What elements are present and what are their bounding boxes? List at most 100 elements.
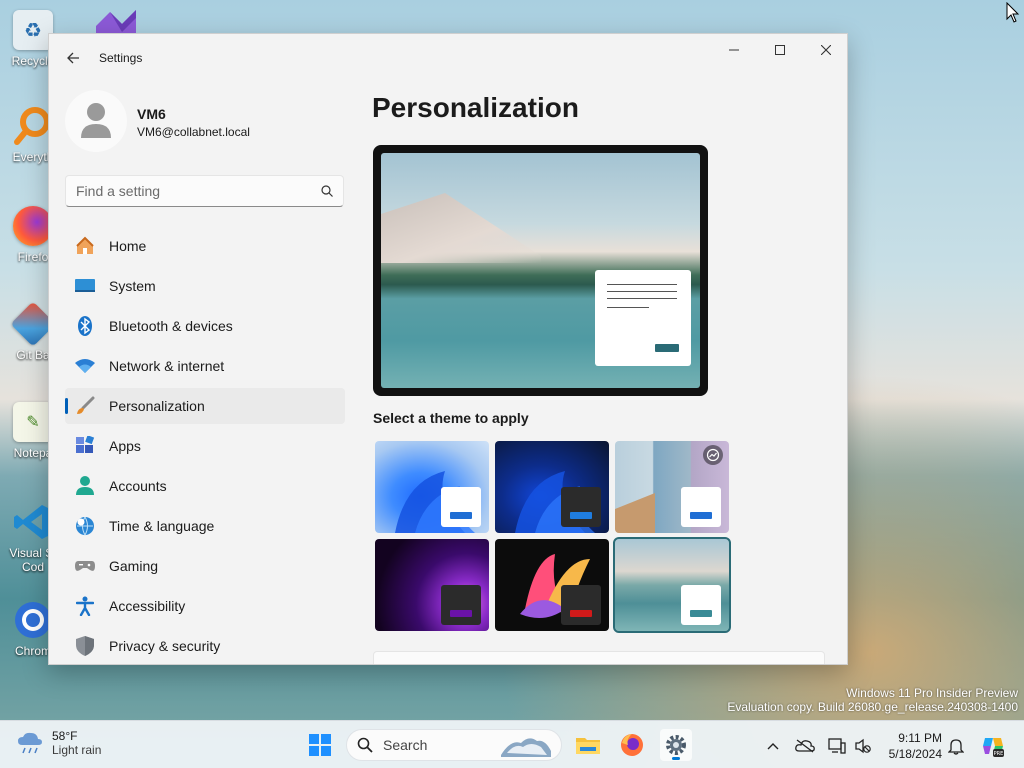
theme-tile-captured-motion[interactable] [495, 539, 609, 631]
nav-item-personalization[interactable]: Personalization [65, 388, 345, 424]
page-title: Personalization [372, 92, 579, 123]
nav-item-label: Accessibility [109, 598, 186, 614]
wallpaper-preview-image [381, 153, 700, 388]
nav-item-label: System [109, 278, 156, 294]
desktop-icon-label: Notepa [13, 446, 53, 460]
nav-item-label: Network & internet [109, 358, 225, 374]
background-settings-card[interactable] [373, 651, 825, 664]
search-icon [357, 737, 373, 753]
taskbar: 58°F Light rain Search 9:11 PM 5/18/2024… [0, 720, 1024, 768]
theme-tile-sunrise-lake[interactable] [613, 537, 731, 633]
rain-cloud-icon [18, 732, 42, 754]
theme-tile-glow[interactable] [375, 539, 489, 631]
preview-window-mock [595, 270, 691, 366]
nav-item-network-internet[interactable]: Network & internet [65, 348, 345, 384]
close-icon [821, 45, 831, 55]
user-avatar[interactable] [65, 90, 127, 152]
notepad-plus-plus-icon: ✎ [13, 402, 53, 442]
cloud-off-icon [795, 739, 815, 753]
search-highlight-art-icon [501, 738, 551, 757]
visual-studio-icon[interactable] [92, 6, 140, 36]
apps-icon [75, 436, 95, 456]
recycle-bin-icon: ♻ [13, 10, 53, 50]
nav-item-home[interactable]: Home [65, 228, 345, 264]
window-title: Settings [99, 51, 143, 65]
firefox-taskbar-button[interactable] [616, 729, 648, 761]
find-setting-search[interactable] [65, 175, 344, 207]
chrome-icon [13, 600, 53, 640]
copilot-button[interactable]: PRE [980, 733, 1006, 759]
clock[interactable]: 9:11 PM 5/18/2024 [880, 730, 942, 762]
nav-item-system[interactable]: System [65, 268, 345, 304]
nav-item-label: Bluetooth & devices [109, 318, 233, 334]
clock-date: 5/18/2024 [888, 747, 942, 761]
bell-icon [948, 739, 964, 755]
notifications-button[interactable] [945, 735, 967, 757]
theme-tile-windows-dark[interactable] [495, 441, 609, 533]
nav-item-bluetooth-devices[interactable]: Bluetooth & devices [65, 308, 345, 344]
theme-sample-window [681, 585, 721, 625]
title-bar: Settings [49, 34, 847, 82]
nav-item-time-language[interactable]: Time & language [65, 508, 345, 544]
accessibility-icon [75, 596, 95, 616]
minimize-icon [729, 49, 739, 51]
clock-time: 9:11 PM [898, 731, 942, 745]
start-button[interactable] [304, 729, 336, 761]
minimize-button[interactable] [711, 34, 757, 66]
settings-nav: Home System Bluetooth & devices Network … [65, 228, 345, 664]
close-button[interactable] [803, 34, 847, 66]
volume-tray-button[interactable] [852, 735, 874, 757]
search-icon[interactable] [321, 185, 333, 197]
gear-icon [666, 735, 686, 755]
nav-item-label: Apps [109, 438, 141, 454]
os-watermark: Windows 11 Pro Insider Preview Evaluatio… [727, 686, 1018, 714]
account-icon [75, 476, 95, 496]
shield-icon [75, 636, 95, 656]
preview-mountain [381, 193, 541, 263]
globe-clock-icon [75, 516, 95, 536]
theme-sample-window [681, 487, 721, 527]
speaker-muted-icon [855, 738, 871, 754]
nav-item-label: Personalization [109, 398, 205, 414]
theme-sample-window [561, 487, 601, 527]
watermark-line: Evaluation copy. Build 26080.ge_release.… [727, 700, 1018, 714]
theme-tile-windows-light[interactable] [375, 441, 489, 533]
mouse-cursor-icon [1006, 2, 1020, 23]
settings-taskbar-button[interactable] [660, 729, 692, 761]
desktop-icon-label: Git Ba [16, 348, 50, 362]
firefox-icon [13, 206, 53, 246]
network-tray-button[interactable] [826, 735, 848, 757]
taskbar-search[interactable]: Search [346, 729, 562, 761]
file-explorer-button[interactable] [572, 729, 604, 761]
back-button[interactable] [61, 46, 85, 70]
search-input[interactable] [76, 183, 321, 199]
copilot-icon: PRE [983, 738, 1004, 757]
nav-item-label: Privacy & security [109, 638, 221, 654]
wifi-icon [75, 356, 95, 376]
user-name: VM6 [137, 106, 166, 122]
arrow-left-icon [67, 52, 79, 64]
weather-widget[interactable]: 58°F Light rain [16, 729, 101, 757]
nav-item-apps[interactable]: Apps [65, 428, 345, 464]
user-email: VM6@collabnet.local [137, 125, 250, 139]
system-display-icon [75, 276, 95, 296]
spotlight-badge-icon [703, 445, 723, 465]
gamepad-icon [75, 556, 95, 576]
theme-sample-window [561, 585, 601, 625]
onedrive-tray-button[interactable] [794, 735, 816, 757]
show-hidden-icons-button[interactable] [762, 735, 784, 757]
person-icon [81, 103, 111, 138]
theme-sample-window [441, 487, 481, 527]
nav-item-privacy-security[interactable]: Privacy & security [65, 628, 345, 664]
watermark-line: Windows 11 Pro Insider Preview [846, 686, 1018, 700]
nav-item-gaming[interactable]: Gaming [65, 548, 345, 584]
nav-item-accounts[interactable]: Accounts [65, 468, 345, 504]
maximize-button[interactable] [757, 34, 803, 66]
home-icon [75, 236, 95, 256]
theme-sample-window [441, 585, 481, 625]
theme-preview [373, 145, 708, 396]
folder-icon [576, 738, 600, 754]
theme-tile-spotlight[interactable] [615, 441, 729, 533]
nav-item-accessibility[interactable]: Accessibility [65, 588, 345, 624]
windows-logo-icon [309, 734, 331, 756]
